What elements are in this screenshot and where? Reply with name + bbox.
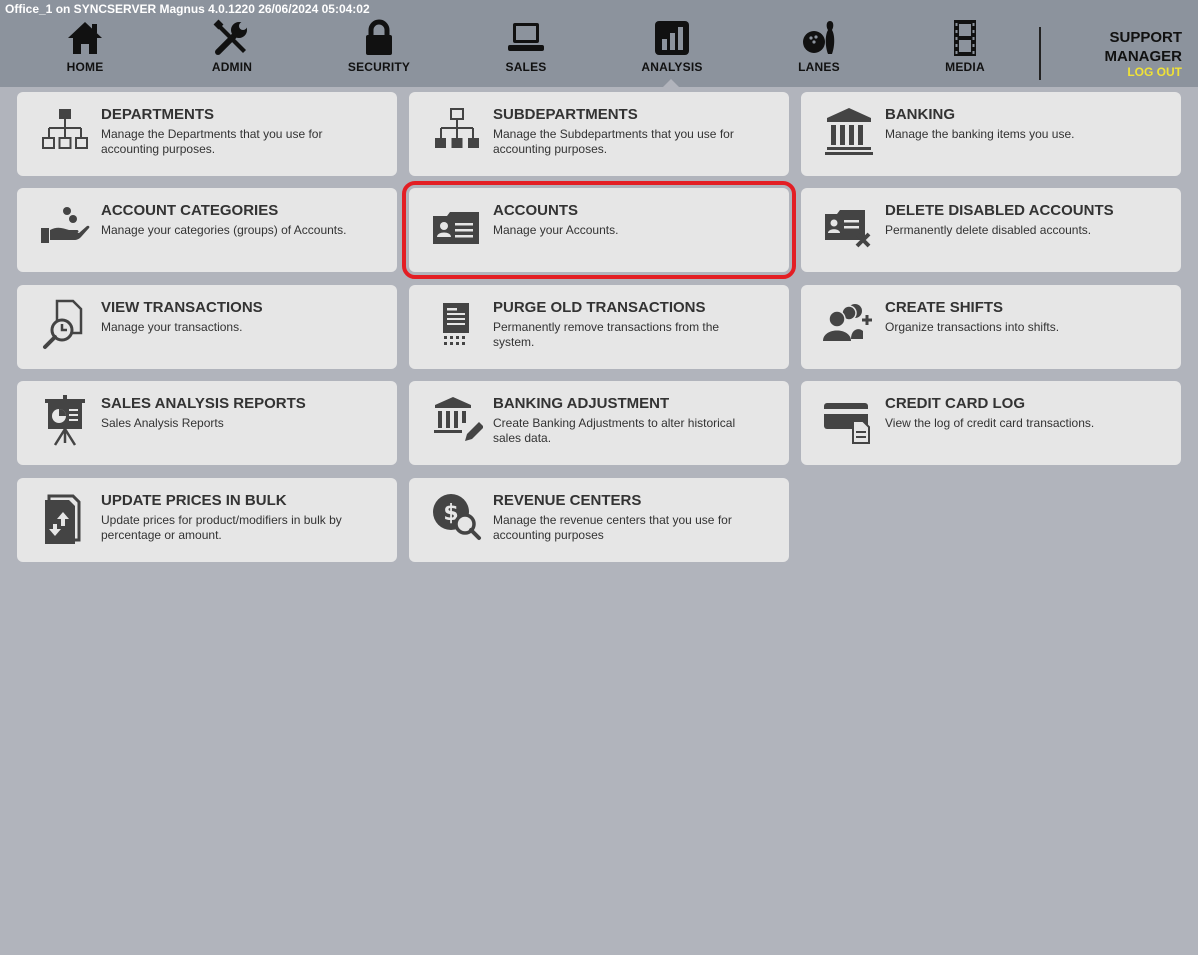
tile-delete-disabled-accounts-title: DELETE DISABLED ACCOUNTS bbox=[885, 202, 1114, 219]
tile-banking-adjustment-title: BANKING ADJUSTMENT bbox=[493, 395, 670, 412]
tile-accounts-desc: Manage your Accounts. bbox=[493, 223, 619, 237]
tile-credit-card-log-title: CREDIT CARD LOG bbox=[885, 395, 1025, 412]
laptop-icon bbox=[508, 23, 544, 51]
tile-subdepartments-desc: Manage the Subdepartments that you use f… bbox=[493, 127, 734, 156]
user-name-line2: MANAGER bbox=[1104, 48, 1183, 65]
tile-banking-adjustment-desc: Create Banking Adjustments to alter hist… bbox=[493, 416, 736, 445]
tile-departments-desc: Manage the Departments that you use for … bbox=[101, 127, 323, 156]
top-navigation-bar: Office_1 on SYNCSERVER Magnus 4.0.1220 2… bbox=[0, 0, 1198, 87]
tile-revenue-centers-title: REVENUE CENTERS bbox=[493, 492, 642, 509]
tile-banking[interactable]: BANKING Manage the banking items you use… bbox=[801, 92, 1181, 176]
presentation-icon bbox=[45, 395, 85, 446]
money-search-icon: $ bbox=[433, 494, 481, 540]
bar-chart-icon bbox=[655, 21, 689, 55]
org-chart-filled-icon bbox=[435, 108, 479, 148]
tile-subdepartments[interactable]: SUBDEPARTMENTS Manage the Subdepartments… bbox=[409, 92, 789, 176]
tile-departments-title: DEPARTMENTS bbox=[101, 106, 215, 123]
tile-credit-card-log[interactable]: CREDIT CARD LOG View the log of credit c… bbox=[801, 381, 1181, 465]
tile-view-transactions-title: VIEW TRANSACTIONS bbox=[101, 299, 263, 316]
nav-sales[interactable]: SALES bbox=[466, 18, 586, 80]
tile-credit-card-log-desc: View the log of credit card transactions… bbox=[885, 416, 1095, 430]
lock-icon bbox=[366, 19, 392, 55]
tile-update-prices-in-bulk-title: UPDATE PRICES IN BULK bbox=[101, 492, 287, 509]
tile-account-categories-title: ACCOUNT CATEGORIES bbox=[101, 202, 279, 219]
bank-edit-icon bbox=[434, 397, 483, 441]
nav-analysis-label: ANALYSIS bbox=[641, 60, 703, 74]
tile-revenue-centers-desc: Manage the revenue centers that you use … bbox=[493, 513, 732, 542]
user-name-line1: SUPPORT bbox=[1109, 29, 1182, 46]
tile-sales-analysis-reports[interactable]: SALES ANALYSIS REPORTS Sales Analysis Re… bbox=[17, 381, 397, 465]
id-card-icon bbox=[433, 212, 479, 244]
users-add-icon bbox=[823, 304, 872, 341]
nav-home-label: HOME bbox=[66, 60, 104, 74]
tile-sales-analysis-reports-title: SALES ANALYSIS REPORTS bbox=[101, 395, 306, 412]
tile-create-shifts-desc: Organize transactions into shifts. bbox=[885, 320, 1060, 334]
tile-departments[interactable]: DEPARTMENTS Manage the Departments that … bbox=[17, 92, 397, 176]
tile-accounts-title: ACCOUNTS bbox=[493, 202, 578, 219]
tile-purge-old-transactions-desc: Permanently remove transactions from the… bbox=[493, 320, 720, 349]
tile-delete-disabled-accounts[interactable]: DELETE DISABLED ACCOUNTS Permanently del… bbox=[801, 188, 1181, 272]
tile-view-transactions[interactable]: VIEW TRANSACTIONS Manage your transactio… bbox=[17, 285, 397, 369]
credit-card-log-icon bbox=[824, 403, 870, 444]
tile-delete-disabled-accounts-desc: Permanently delete disabled accounts. bbox=[885, 223, 1092, 237]
nav-media-label: MEDIA bbox=[945, 60, 985, 74]
tile-update-prices-in-bulk[interactable]: UPDATE PRICES IN BULK Update prices for … bbox=[17, 478, 397, 562]
price-update-icon bbox=[45, 494, 81, 544]
org-chart-outline-icon bbox=[42, 109, 88, 149]
tile-account-categories-desc: Manage your categories (groups) of Accou… bbox=[101, 223, 347, 237]
document-search-icon bbox=[43, 299, 83, 349]
tile-revenue-centers[interactable]: $ REVENUE CENTERS Manage the revenue cen… bbox=[409, 478, 789, 562]
home-icon bbox=[68, 22, 102, 54]
nav-admin[interactable]: ADMIN bbox=[172, 18, 292, 80]
tile-purge-old-transactions[interactable]: PURGE OLD TRANSACTIONS Permanently remov… bbox=[409, 285, 789, 369]
tile-update-prices-in-bulk-desc: Update prices for product/modifiers in b… bbox=[101, 513, 342, 542]
nav-home[interactable]: HOME bbox=[25, 18, 145, 80]
tile-purge-old-transactions-title: PURGE OLD TRANSACTIONS bbox=[493, 299, 706, 316]
nav-sales-label: SALES bbox=[505, 60, 547, 74]
nav-security[interactable]: SECURITY bbox=[319, 18, 439, 80]
tile-banking-desc: Manage the banking items you use. bbox=[885, 127, 1075, 141]
nav-divider bbox=[1039, 27, 1041, 80]
tile-create-shifts-title: CREATE SHIFTS bbox=[885, 299, 1004, 316]
tile-sales-analysis-reports-desc: Sales Analysis Reports bbox=[101, 416, 224, 430]
nav-admin-label: ADMIN bbox=[211, 60, 253, 74]
logout-link[interactable]: LOG OUT bbox=[1072, 65, 1182, 79]
bank-icon bbox=[825, 108, 873, 155]
nav-lanes-label: LANES bbox=[798, 60, 840, 74]
hand-coins-icon bbox=[41, 207, 90, 243]
tile-subdepartments-title: SUBDEPARTMENTS bbox=[493, 106, 638, 123]
user-name: SUPPORT MANAGER bbox=[1072, 28, 1183, 66]
active-tab-indicator bbox=[663, 79, 679, 87]
tile-account-categories[interactable]: ACCOUNT CATEGORIES Manage your categorie… bbox=[17, 188, 397, 272]
nav-media[interactable]: MEDIA bbox=[905, 18, 1025, 80]
user-box: SUPPORT MANAGER LOG OUT bbox=[1072, 28, 1183, 79]
id-card-delete-icon bbox=[825, 210, 871, 248]
window-title: Office_1 on SYNCSERVER Magnus 4.0.1220 2… bbox=[5, 2, 370, 16]
bowling-icon bbox=[803, 21, 835, 54]
tile-banking-title: BANKING bbox=[885, 106, 955, 123]
nav-lanes[interactable]: LANES bbox=[759, 18, 879, 80]
receipt-shred-icon bbox=[443, 303, 469, 345]
tile-view-transactions-desc: Manage your transactions. bbox=[101, 320, 243, 334]
tile-banking-adjustment[interactable]: BANKING ADJUSTMENT Create Banking Adjust… bbox=[409, 381, 789, 465]
nav-security-label: SECURITY bbox=[347, 60, 411, 74]
nav-analysis[interactable]: ANALYSIS bbox=[612, 18, 732, 80]
tools-icon bbox=[213, 19, 247, 55]
film-icon bbox=[954, 20, 976, 56]
tile-accounts[interactable]: ACCOUNTS Manage your Accounts. bbox=[402, 181, 796, 279]
tile-create-shifts[interactable]: CREATE SHIFTS Organize transactions into… bbox=[801, 285, 1181, 369]
